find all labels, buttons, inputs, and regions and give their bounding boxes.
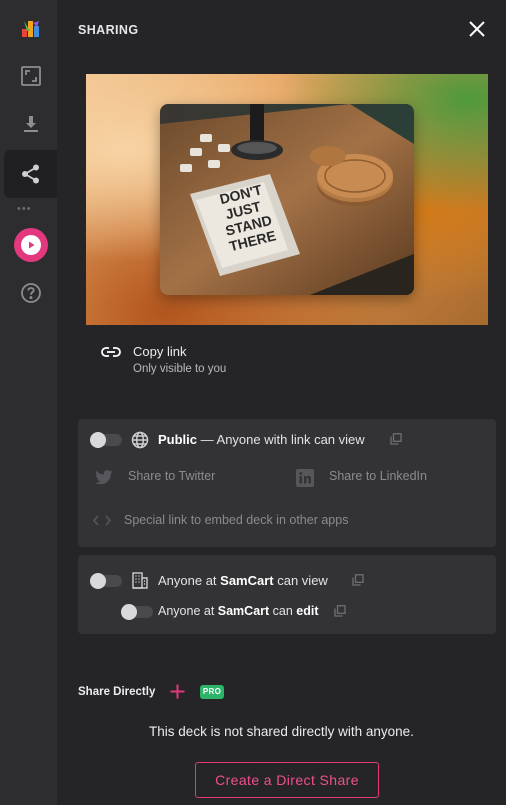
copy-link-sublabel: Only visible to you [133,363,227,375]
twitter-icon [95,470,113,485]
fullscreen-button[interactable] [4,52,57,100]
app-logo-icon [21,21,39,37]
org-view-label: Anyone at SamCart can view [158,573,328,588]
share-twitter-label: Share to Twitter [128,469,216,483]
org-share-card: Anyone at SamCart can view Anyone at Sam… [78,555,496,634]
close-button[interactable] [467,19,487,39]
deck-preview: DON'T JUST STAND THERE [86,74,488,325]
copy-link-label: Copy link [133,344,187,359]
org-view-suffix: can view [273,573,328,588]
share-button[interactable] [4,150,57,198]
building-icon [132,572,148,589]
more-dots-icon[interactable]: ••• [17,204,32,215]
org-name: SamCart [217,604,270,618]
close-icon [469,21,485,37]
copy-icon[interactable] [352,574,364,586]
public-toggle[interactable] [90,432,122,448]
add-icon[interactable] [170,684,185,699]
empty-state-message: This deck is not shared directly with an… [149,724,414,739]
copy-link-button[interactable]: Copy link Only visible to you [101,343,361,379]
org-edit-prefix: Anyone at [158,604,218,618]
org-edit-action: edit [296,604,319,618]
create-direct-share-button[interactable]: Create a Direct Share [195,762,379,798]
left-toolbar: ••• [0,0,57,805]
share-directly-label: Share Directly [78,686,156,698]
app-logo-button[interactable] [4,4,57,52]
copy-icon[interactable] [390,433,402,445]
panel-title: SHARING [78,23,139,37]
link-icon [101,347,121,357]
share-linkedin-label: Share to LinkedIn [329,469,427,483]
pro-badge: PRO [200,685,224,699]
share-icon [21,164,39,184]
play-circle [13,228,48,262]
download-icon [23,116,38,132]
toggle-knob [121,604,137,620]
toggle-knob [90,432,106,448]
fullscreen-icon [20,66,41,86]
public-label-bold: Public [158,432,198,447]
toggle-knob [90,573,106,589]
play-button[interactable] [4,221,57,269]
play-icon [20,235,41,255]
preview-photo: DON'T JUST STAND THERE [160,104,414,295]
org-edit-middle: can [269,604,297,618]
help-button[interactable] [4,269,57,317]
sharing-panel: SHARING DON'T JUST STAND THERE Copy link… [57,0,506,805]
globe-icon [131,431,149,449]
org-view-toggle[interactable] [90,573,122,589]
help-icon [20,283,41,303]
org-view-prefix: Anyone at [158,573,221,588]
embed-link-label: Special link to embed deck in other apps [124,513,349,527]
linkedin-icon [296,469,314,487]
public-label: Public — Anyone with link can view [158,432,365,447]
download-button[interactable] [4,100,57,148]
org-edit-label: Anyone at SamCart can edit [158,604,319,618]
code-icon [93,515,111,526]
public-share-card: Public — Anyone with link can view Share… [78,419,496,547]
org-name: SamCart [220,573,274,588]
copy-icon[interactable] [334,605,346,617]
org-edit-toggle[interactable] [121,604,153,620]
public-label-rest: — Anyone with link can view [197,432,365,447]
